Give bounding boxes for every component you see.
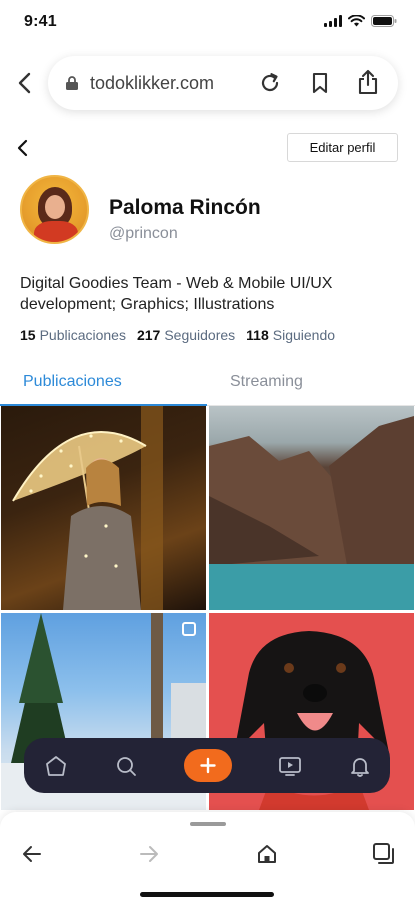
stat-followers[interactable]: 217 Seguidores — [137, 327, 235, 343]
lock-icon — [66, 76, 78, 90]
share-icon[interactable] — [356, 69, 380, 95]
home-icon[interactable] — [44, 754, 68, 778]
home-indicator — [140, 892, 274, 897]
tabs-icon[interactable] — [372, 842, 396, 866]
multi-photo-icon — [182, 622, 196, 636]
edit-profile-button[interactable]: Editar perfil — [287, 133, 398, 162]
browser-url-row: todoklikker.com — [0, 54, 415, 112]
stat-following[interactable]: 118 Siguiendo — [246, 327, 335, 343]
profile-back-icon[interactable] — [14, 138, 32, 158]
battery-icon — [371, 15, 397, 27]
signal-icon — [324, 15, 342, 27]
sheet-grabber[interactable] — [190, 822, 226, 826]
photo-tile-mountain-lake[interactable] — [209, 406, 414, 610]
avatar[interactable] — [20, 175, 89, 244]
address-bar[interactable]: todoklikker.com — [48, 56, 398, 110]
home-icon[interactable] — [255, 842, 279, 866]
back-icon[interactable] — [12, 70, 38, 96]
reload-icon[interactable] — [258, 71, 282, 95]
profile-name: Paloma Rincón — [109, 196, 261, 219]
stat-posts-count: 15 — [20, 327, 36, 343]
profile-bio: Digital Goodies Team - Web & Mobile UI/U… — [20, 275, 333, 313]
stat-following-count: 118 — [246, 327, 269, 343]
search-icon[interactable] — [114, 754, 138, 778]
umbrella-photo — [12, 406, 163, 610]
add-post-button[interactable] — [184, 749, 232, 782]
profile-stats: 15 Publicaciones 217 Seguidores 118 Siguien… — [20, 327, 335, 343]
stat-followers-count: 217 — [136, 327, 161, 343]
back-arrow-icon[interactable] — [20, 842, 44, 866]
wifi-icon — [348, 15, 365, 27]
mountain-photo — [209, 416, 414, 610]
profile-handle: @princon — [109, 225, 178, 242]
bookmark-icon[interactable] — [308, 71, 332, 95]
app-bottom-nav — [24, 738, 390, 793]
status-time: 9:41 — [24, 13, 57, 30]
avatar-face — [45, 195, 65, 219]
page: 9:41 todoklikker.com Editar perfil Palom… — [0, 0, 415, 907]
notifications-icon[interactable] — [348, 754, 372, 778]
stat-followers-label: Seguidores — [164, 327, 236, 343]
status-icons — [324, 15, 397, 27]
forward-arrow-icon[interactable] — [137, 842, 161, 866]
photo-tile-umbrella[interactable] — [1, 406, 206, 610]
profile-tabs: Publicaciones Streaming — [0, 364, 415, 406]
avatar-body — [34, 221, 78, 242]
video-icon[interactable] — [278, 754, 302, 778]
url-text: todoklikker.com — [90, 73, 215, 93]
status-bar: 9:41 — [0, 0, 415, 46]
tab-streaming[interactable]: Streaming — [230, 373, 303, 391]
stat-posts[interactable]: 15 Publicaciones — [20, 327, 126, 343]
stat-following-label: Siguiendo — [272, 327, 336, 343]
add-icon — [200, 757, 216, 774]
stat-posts-label: Publicaciones — [39, 327, 126, 343]
browser-bottom-bar — [0, 812, 415, 907]
tab-publicaciones[interactable]: Publicaciones — [23, 373, 122, 391]
